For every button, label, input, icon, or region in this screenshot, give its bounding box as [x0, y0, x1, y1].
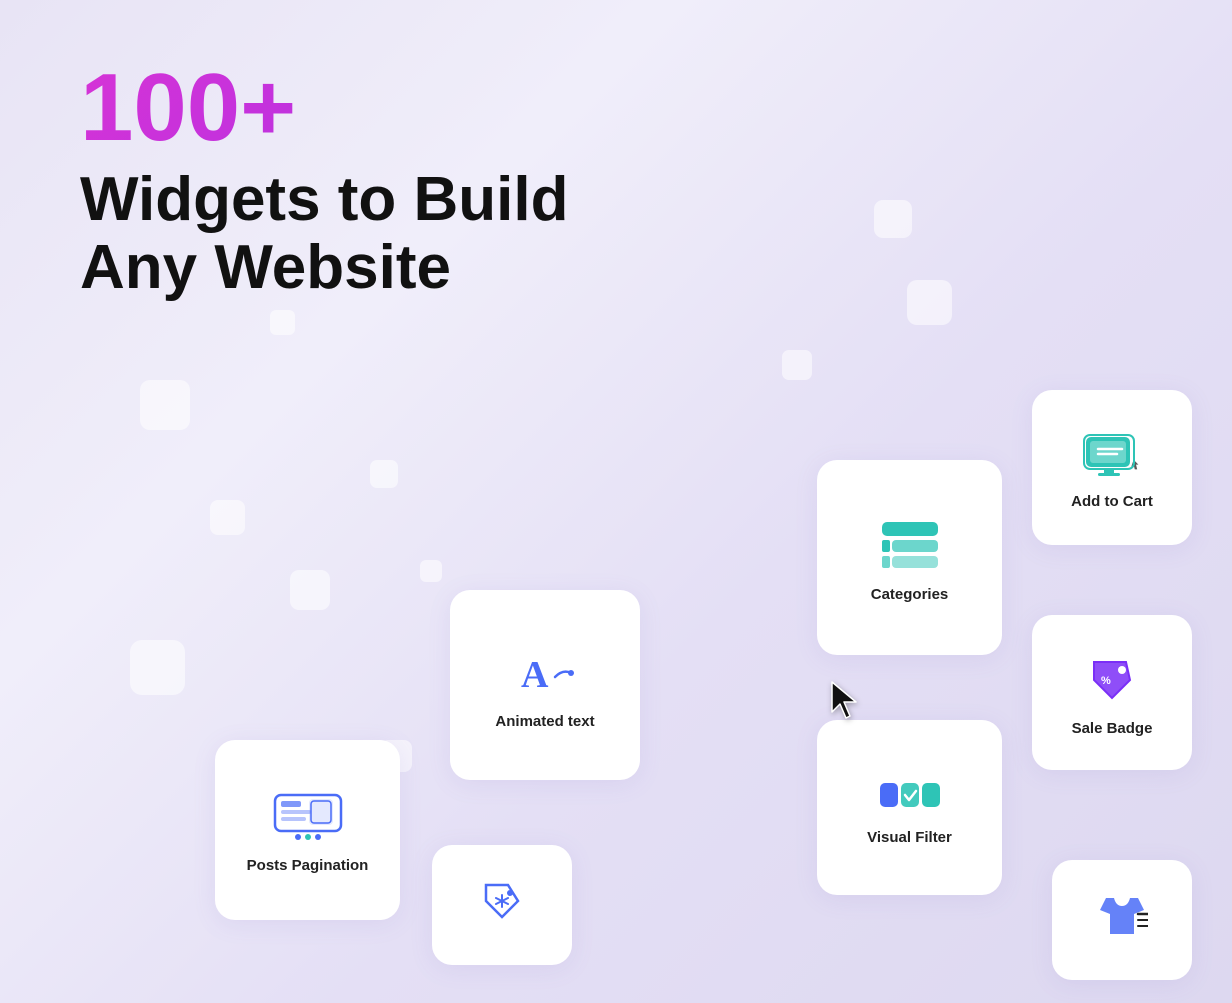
deco-8 — [782, 350, 812, 380]
cursor — [830, 680, 862, 720]
deco-4 — [290, 570, 330, 610]
sale-badge-icon: % — [1086, 654, 1138, 706]
hero-subtitle: Widgets to Build Any Website — [80, 166, 640, 302]
svg-text:A: A — [521, 654, 549, 696]
hero-subtitle-line1: Widgets to Build — [80, 165, 569, 234]
tshirt-icon — [1096, 894, 1148, 938]
svg-text:%: % — [1101, 675, 1111, 687]
visual-filter-icon — [878, 775, 942, 815]
deco-3 — [370, 460, 398, 488]
main-container: 100+ Widgets to Build Any Website — [0, 0, 1232, 1003]
deco-1 — [140, 380, 190, 430]
deco-5 — [130, 640, 185, 695]
deco-10 — [420, 560, 442, 582]
deco-9 — [874, 200, 912, 238]
tag-icon — [480, 879, 524, 923]
card-animated-text[interactable]: A Animated text — [450, 590, 640, 780]
deco-2 — [210, 500, 245, 535]
hero-subtitle-line2: Any Website — [80, 233, 451, 302]
card-categories[interactable]: Categories — [817, 460, 1002, 655]
card-posts-pagination[interactable]: Posts Pagination — [215, 740, 400, 920]
posts-pagination-label: Posts Pagination — [247, 857, 369, 874]
deco-11 — [270, 310, 295, 335]
card-sale-badge[interactable]: % Sale Badge — [1032, 615, 1192, 770]
card-bottom-tag[interactable] — [432, 845, 572, 965]
card-visual-filter[interactable]: Visual Filter — [817, 720, 1002, 895]
categories-label: Categories — [871, 586, 949, 603]
add-to-cart-icon — [1082, 431, 1142, 479]
posts-pagination-icon — [273, 793, 343, 843]
animated-text-icon: A — [513, 647, 577, 699]
animated-text-label: Animated text — [495, 713, 594, 730]
deco-7 — [907, 280, 952, 325]
hero-count: 100+ — [80, 60, 1172, 156]
visual-filter-label: Visual Filter — [867, 829, 952, 846]
card-add-to-cart[interactable]: Add to Cart — [1032, 390, 1192, 545]
sale-badge-label: Sale Badge — [1072, 720, 1153, 737]
categories-icon — [878, 518, 942, 572]
hero-section: 100+ Widgets to Build Any Website — [80, 60, 1172, 302]
card-bottom-tshirt[interactable] — [1052, 860, 1192, 980]
add-to-cart-label: Add to Cart — [1071, 493, 1153, 510]
